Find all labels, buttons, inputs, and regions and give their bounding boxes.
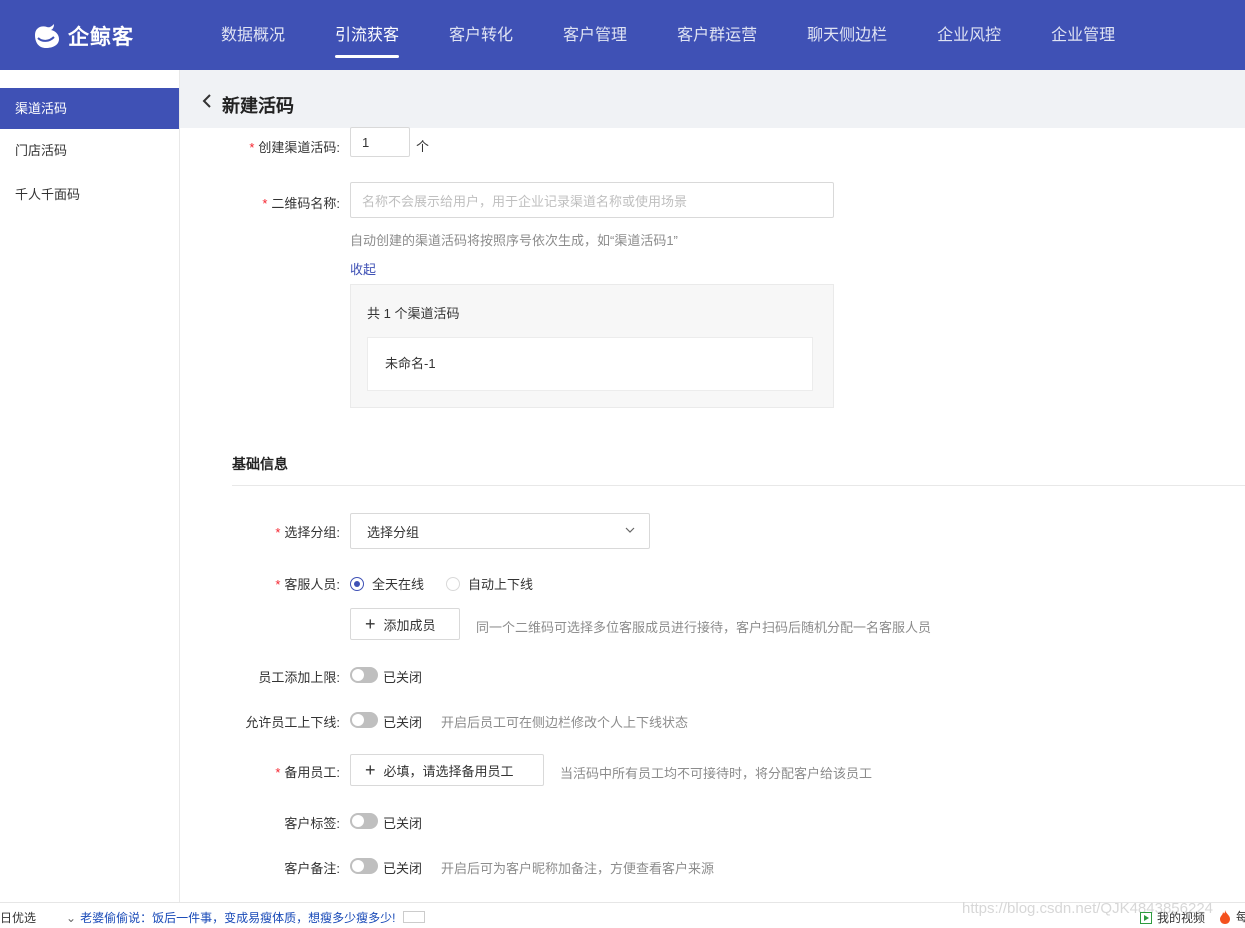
customer-remark-label: 客户备注:: [284, 861, 340, 876]
required-mark: *: [275, 525, 281, 540]
ad-badge-icon: [403, 911, 425, 923]
page-title: 新建活码: [222, 96, 294, 116]
browser-left-text[interactable]: 日优选: [0, 909, 36, 926]
sidebar: 渠道活码 门店活码 千人千面码: [0, 70, 180, 902]
top-navbar: 企鲸客 数据概况 引流获客 客户转化 客户管理 客户群运营 聊天侧边栏 企业风控…: [0, 0, 1245, 70]
customer-tag-state: 已关闭: [383, 816, 423, 831]
whale-logo-icon: [35, 24, 59, 48]
sidebar-item-channel-code[interactable]: 渠道活码: [0, 88, 179, 129]
play-video-icon: [1140, 911, 1152, 924]
group-select[interactable]: 选择分组: [350, 513, 650, 549]
fire-widget[interactable]: 每: [1219, 908, 1245, 925]
radio-all-day-online[interactable]: 全天在线: [350, 574, 424, 593]
page-header: 新建活码: [180, 70, 1245, 128]
add-limit-switch[interactable]: [350, 667, 378, 683]
radio-label: 全天在线: [372, 577, 425, 592]
create-count-input[interactable]: 1: [350, 127, 410, 157]
preview-count: 共 1 个渠道活码: [367, 306, 460, 321]
allow-online-hint: 开启后员工可在侧边栏修改个人上下线状态: [441, 715, 689, 730]
my-video-button[interactable]: 我的视频: [1140, 909, 1205, 926]
sidebar-item-personalized-code[interactable]: 千人千面码: [0, 173, 179, 217]
nav-group-operations[interactable]: 客户群运营: [652, 0, 782, 70]
nav-customer-conversion[interactable]: 客户转化: [424, 0, 538, 70]
add-limit-state: 已关闭: [383, 670, 423, 685]
nav-enterprise-management[interactable]: 企业管理: [1026, 0, 1140, 70]
section-divider: [232, 485, 1245, 486]
qr-name-placeholder: 名称不会展示给用户，用于企业记录渠道名称或使用场景: [362, 193, 688, 209]
plus-icon: +: [365, 614, 376, 634]
create-count-label: * 创建渠道活码:: [249, 140, 340, 155]
select-backup-staff-button[interactable]: + 必填，请选择备用员工: [350, 754, 544, 786]
group-select-value: 选择分组: [367, 524, 420, 540]
qr-name-label: * 二维码名称:: [262, 196, 340, 211]
chevron-down-icon: [625, 527, 635, 533]
customer-remark-switch[interactable]: [350, 858, 378, 874]
required-mark: *: [275, 577, 281, 592]
plus-icon: +: [365, 760, 376, 780]
qr-name-input[interactable]: 名称不会展示给用户，用于企业记录渠道名称或使用场景: [350, 182, 834, 218]
radio-unchecked-icon: [446, 576, 460, 591]
fire-icon: [1220, 909, 1230, 924]
required-mark: *: [275, 765, 281, 780]
customer-remark-hint: 开启后可为客户昵称加备注，方便查看客户来源: [441, 861, 715, 876]
browser-news-link[interactable]: ⌄ 老婆偷偷说：饭后一件事，变成易瘦体质，想瘦多少瘦多少!: [66, 909, 395, 926]
customer-tag-switch[interactable]: [350, 813, 378, 829]
radio-auto-online[interactable]: 自动上下线: [446, 574, 533, 593]
allow-online-state: 已关闭: [383, 715, 423, 730]
nav-chat-sidebar[interactable]: 聊天侧边栏: [782, 0, 912, 70]
allow-online-label: 允许员工上下线:: [245, 715, 340, 730]
preview-item: 未命名-1: [367, 337, 813, 391]
backup-staff-label: * 备用员工:: [275, 765, 340, 780]
customer-remark-state: 已关闭: [383, 861, 423, 876]
chevron-down-icon: ⌄: [66, 911, 77, 925]
create-count-unit: 个: [416, 139, 430, 154]
customer-tag-label: 客户标签:: [284, 816, 340, 831]
add-member-button[interactable]: + 添加成员: [350, 608, 460, 640]
staff-label: * 客服人员:: [275, 577, 340, 592]
add-member-hint: 同一个二维码可选择多位客服成员进行接待，客户扫码后随机分配一名客服人员: [476, 620, 932, 635]
radio-checked-icon: [350, 576, 364, 591]
group-label: * 选择分组:: [275, 525, 340, 540]
qr-name-hint: 自动创建的渠道活码将按照序号依次生成，如“渠道活码1”: [350, 233, 678, 248]
backup-staff-hint: 当活码中所有员工均不可接待时，将分配客户给该员工: [560, 766, 873, 781]
back-arrow-icon[interactable]: [202, 94, 212, 108]
brand-name: 企鲸客: [68, 26, 134, 49]
nav-data-overview[interactable]: 数据概况: [196, 0, 310, 70]
nav-traffic-acquisition[interactable]: 引流获客: [310, 0, 424, 70]
sidebar-item-store-code[interactable]: 门店活码: [0, 129, 179, 173]
add-limit-label: 员工添加上限:: [258, 670, 340, 685]
basic-info-heading: 基础信息: [232, 456, 288, 472]
allow-online-switch[interactable]: [350, 712, 378, 728]
nav-risk-control[interactable]: 企业风控: [912, 0, 1026, 70]
required-mark: *: [262, 196, 268, 211]
main-content: 新建活码 * 创建渠道活码: 1 个 * 二维码名称: 名称不会展示给用户，用于企业…: [180, 70, 1245, 902]
radio-label: 自动上下线: [468, 577, 534, 592]
main-nav: 数据概况 引流获客 客户转化 客户管理 客户群运营 聊天侧边栏 企业风控 企业管…: [196, 0, 1140, 70]
nav-customer-management[interactable]: 客户管理: [538, 0, 652, 70]
brand-logo[interactable]: 企鲸客: [32, 20, 134, 52]
code-preview-panel: 共 1 个渠道活码 未命名-1: [350, 284, 834, 408]
collapse-link[interactable]: 收起: [350, 259, 376, 278]
browser-status-bar: 日优选 ⌄ 老婆偷偷说：饭后一件事，变成易瘦体质，想瘦多少瘦多少! https:/…: [0, 900, 1245, 928]
required-mark: *: [249, 140, 255, 155]
